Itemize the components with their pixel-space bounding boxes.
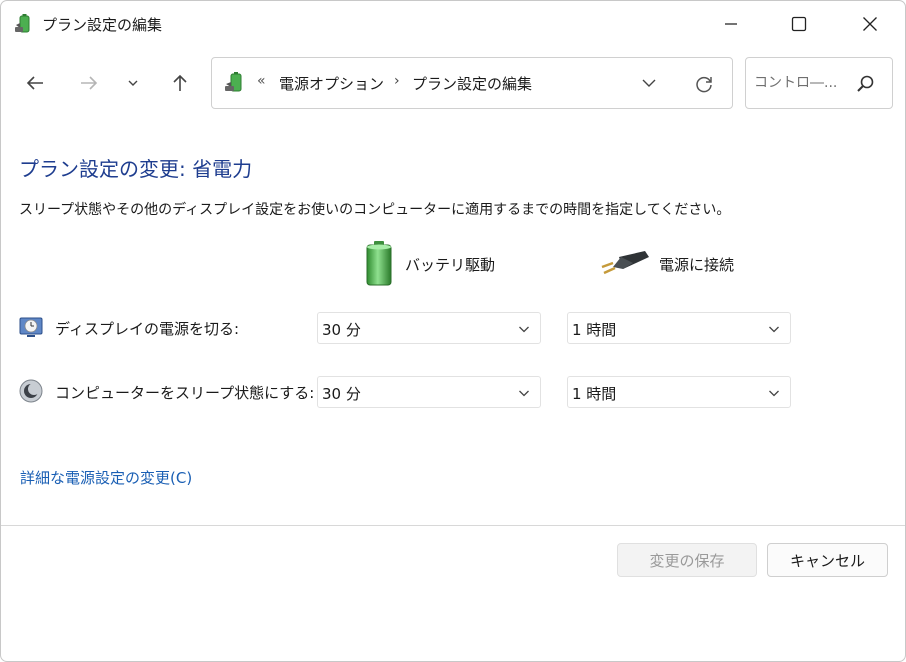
- refresh-button[interactable]: [690, 70, 718, 98]
- window-title: プラン設定の編集: [42, 16, 163, 34]
- power-options-icon: [15, 14, 30, 33]
- chevron-down-icon: [769, 390, 779, 397]
- display-battery-select[interactable]: 30 分: [317, 312, 541, 344]
- sleep-moon-icon: [19, 379, 43, 403]
- arrow-right-icon: [81, 76, 98, 90]
- display-off-label: ディスプレイの電源を切る:: [55, 320, 240, 338]
- display-plugged-select[interactable]: 1 時間: [567, 312, 791, 344]
- chevron-down-icon: [128, 80, 138, 86]
- minimize-icon: [725, 23, 737, 25]
- cancel-button[interactable]: キャンセル: [767, 543, 888, 577]
- maximize-button[interactable]: [766, 1, 832, 47]
- battery-icon: [366, 241, 392, 286]
- plugged-column-label: 電源に接続: [659, 255, 735, 274]
- breadcrumb-separator[interactable]: ›: [394, 73, 400, 89]
- power-options-icon: [225, 72, 242, 92]
- breadcrumb-edit-plan[interactable]: プラン設定の編集: [412, 73, 532, 94]
- forward-button[interactable]: [71, 65, 107, 101]
- sleep-battery-value: 30 分: [322, 385, 361, 403]
- address-history-button[interactable]: [636, 70, 662, 96]
- breadcrumb-overflow[interactable]: «: [257, 73, 266, 89]
- address-bar[interactable]: « 電源オプション › プラン設定の編集: [211, 57, 733, 109]
- title-bar: プラン設定の編集: [1, 1, 905, 47]
- close-button[interactable]: [837, 1, 903, 47]
- minimize-button[interactable]: [698, 1, 764, 47]
- page-title: プラン設定の変更: 省電力: [19, 157, 253, 181]
- battery-column-header: バッテリ駆動: [361, 239, 495, 289]
- chevron-down-icon: [769, 326, 779, 333]
- sleep-plugged-value: 1 時間: [572, 385, 617, 403]
- chevron-down-icon: [519, 390, 529, 397]
- save-changes-button[interactable]: 変更の保存: [617, 543, 757, 577]
- breadcrumb-power-options[interactable]: 電源オプション: [279, 73, 384, 94]
- battery-column-label: バッテリ駆動: [405, 255, 496, 274]
- advanced-power-settings-link[interactable]: 詳細な電源設定の変更(C): [20, 467, 192, 488]
- up-button[interactable]: [162, 65, 198, 101]
- recent-locations-button[interactable]: [115, 65, 151, 101]
- display-battery-value: 30 分: [322, 321, 361, 339]
- sleep-plugged-select[interactable]: 1 時間: [567, 376, 791, 408]
- power-plug-icon: [601, 251, 649, 275]
- plugged-column-header: 電源に接続: [599, 239, 734, 289]
- footer-divider: [1, 525, 905, 526]
- chevron-down-icon: [519, 326, 529, 333]
- chevron-down-icon: [642, 79, 656, 87]
- page-description: スリープ状態やその他のディスプレイ設定をお使いのコンピューターに適用するまでの時…: [19, 202, 731, 218]
- plan-settings-window: プラン設定の編集 « 電源オプション › プラン設定の編集 コントロ―... プ…: [0, 0, 906, 662]
- maximize-icon: [791, 16, 807, 32]
- close-icon: [863, 17, 877, 31]
- search-box[interactable]: [745, 57, 893, 109]
- display-plugged-value: 1 時間: [572, 321, 617, 339]
- back-button[interactable]: [17, 65, 53, 101]
- search-input[interactable]: [754, 72, 850, 94]
- arrow-left-icon: [26, 76, 43, 90]
- sleep-battery-select[interactable]: 30 分: [317, 376, 541, 408]
- refresh-icon: [696, 76, 712, 93]
- sleep-label: コンピューターをスリープ状態にする:: [55, 384, 315, 402]
- display-off-icon: [19, 317, 43, 337]
- search-icon[interactable]: [854, 73, 876, 95]
- arrow-up-icon: [173, 74, 187, 91]
